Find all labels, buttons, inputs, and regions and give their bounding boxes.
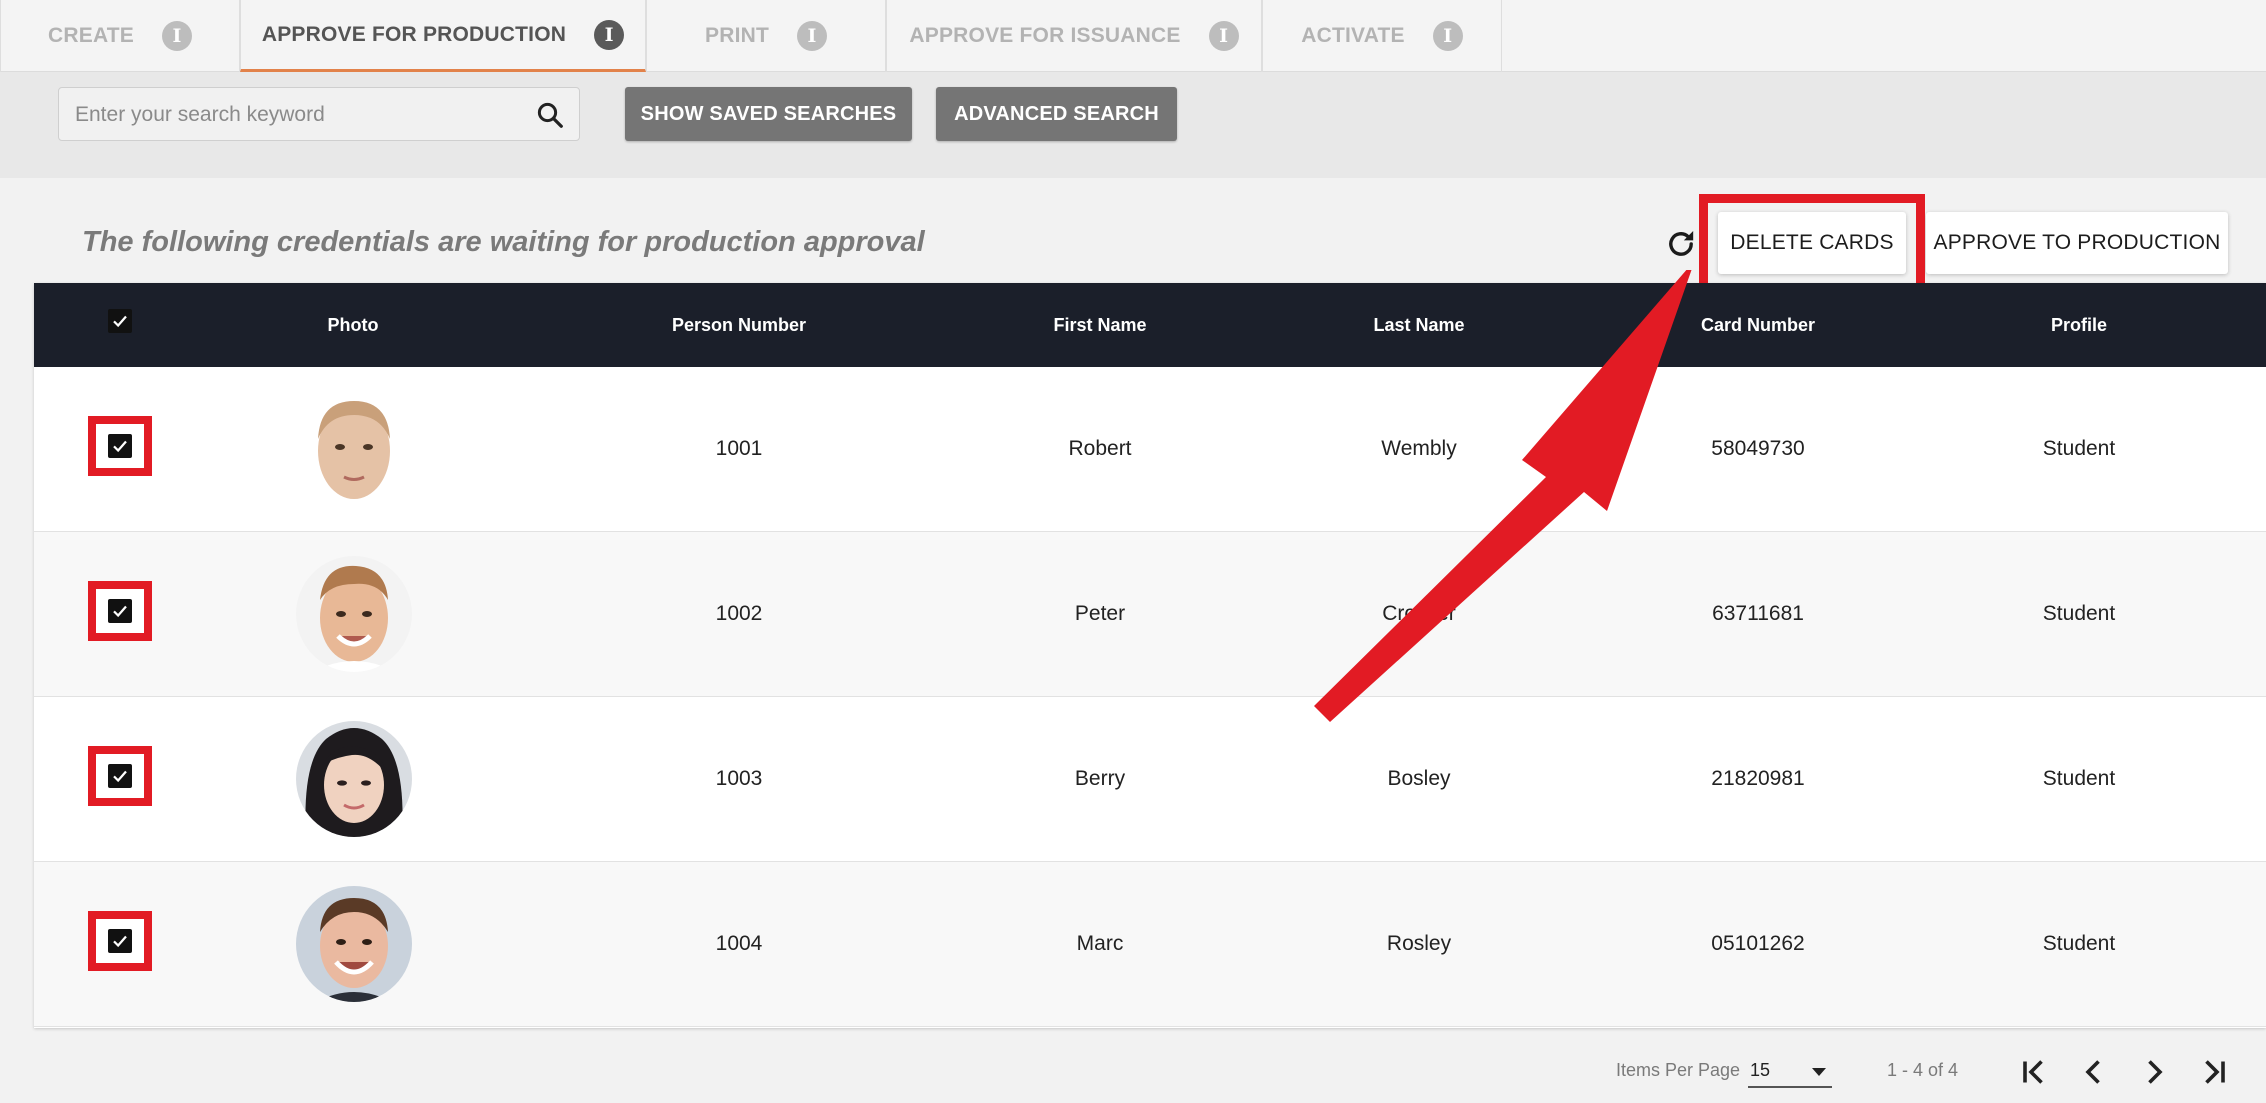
tab-approve-for-production-label: APPROVE FOR PRODUCTION: [261, 22, 567, 46]
avatar: [296, 721, 412, 837]
avatar: [296, 556, 412, 672]
check-icon: [113, 440, 127, 453]
search-box: [58, 87, 580, 141]
delete-cards-button[interactable]: DELETE CARDS: [1718, 212, 1906, 274]
column-header-first-name[interactable]: First Name: [1053, 283, 1146, 367]
last-name: Wembly: [1381, 437, 1457, 460]
info-icon[interactable]: i: [1432, 21, 1463, 51]
tab-print[interactable]: PRINT i: [646, 0, 886, 72]
table-header: Photo Person Number First Name Last Name…: [34, 283, 2266, 367]
chevron-down-icon: [1812, 1068, 1826, 1076]
tab-create[interactable]: CREATE i: [0, 0, 240, 72]
person-number: 1001: [715, 437, 763, 460]
profile: Student: [2042, 767, 2116, 790]
first-page-icon[interactable]: [2016, 1054, 2052, 1090]
last-name: Rosley: [1386, 932, 1452, 955]
tab-approve-for-production[interactable]: APPROVE FOR PRODUCTION i: [240, 0, 646, 72]
profile: Student: [2042, 437, 2116, 460]
search-bar: SHOW SAVED SEARCHES ADVANCED SEARCH: [0, 72, 2266, 178]
card-number: 21820981: [1711, 767, 1805, 790]
row-select-highlight: [88, 416, 152, 476]
page-title: The following credentials are waiting fo…: [82, 226, 925, 258]
tab-approve-for-issuance-label: APPROVE FOR ISSUANCE: [909, 24, 1181, 47]
card-number: 63711681: [1712, 602, 1804, 625]
first-name: Robert: [1068, 437, 1132, 460]
row-select-highlight: [88, 911, 152, 971]
table-row[interactable]: 1003 Berry Bosley 21820981 Student: [34, 697, 2266, 862]
last-page-icon[interactable]: [2196, 1054, 2232, 1090]
avatar: [296, 886, 412, 1002]
items-per-page-label: Items Per Page: [1616, 1060, 1741, 1080]
first-name: Peter: [1074, 602, 1126, 625]
column-header-person-number[interactable]: Person Number: [672, 283, 806, 367]
person-number: 1004: [715, 932, 763, 955]
row-checkbox[interactable]: [108, 929, 132, 953]
card-number: 58049730: [1711, 437, 1805, 460]
card-number: 05101262: [1711, 932, 1805, 955]
column-header-card-number[interactable]: Card Number: [1701, 283, 1815, 367]
refresh-icon[interactable]: [1664, 227, 1698, 261]
tab-create-label: CREATE: [48, 24, 134, 47]
prev-page-icon[interactable]: [2076, 1054, 2112, 1090]
row-select-highlight: [88, 746, 152, 806]
credentials-table: Photo Person Number First Name Last Name…: [34, 283, 2266, 1028]
person-number: 1003: [715, 767, 763, 790]
approve-to-production-button[interactable]: APPROVE TO PRODUCTION: [1926, 212, 2228, 274]
table-row[interactable]: 1002 Peter Crocker 63711681 Student: [34, 532, 2266, 697]
row-checkbox[interactable]: [108, 434, 132, 458]
tab-activate-label: ACTIVATE: [1301, 24, 1405, 47]
tab-print-label: PRINT: [705, 24, 769, 47]
last-name: Bosley: [1387, 767, 1451, 790]
table-row[interactable]: 1001 Robert Wembly 58049730 Student: [34, 367, 2266, 532]
avatar: [296, 391, 412, 507]
info-icon[interactable]: i: [161, 21, 192, 51]
column-header-photo[interactable]: Photo: [328, 283, 379, 367]
advanced-search-button[interactable]: ADVANCED SEARCH: [936, 87, 1177, 141]
check-icon: [113, 770, 127, 783]
column-header-profile[interactable]: Profile: [2051, 283, 2107, 367]
info-icon[interactable]: i: [797, 21, 827, 51]
search-input[interactable]: [75, 98, 515, 132]
check-icon: [113, 315, 127, 328]
profile: Student: [2042, 602, 2116, 625]
check-icon: [113, 605, 127, 618]
next-page-icon[interactable]: [2136, 1054, 2172, 1090]
row-select-highlight: [88, 581, 152, 641]
last-name: Crocker: [1382, 602, 1456, 625]
info-icon[interactable]: i: [1208, 21, 1239, 51]
items-per-page-value: 15: [1750, 1060, 1771, 1080]
person-number: 1002: [715, 602, 763, 625]
search-icon[interactable]: [535, 100, 565, 130]
profile: Student: [2042, 932, 2116, 955]
row-checkbox[interactable]: [108, 599, 132, 623]
first-name: Berry: [1074, 767, 1126, 790]
pagination-range: 1 - 4 of 4: [1887, 1060, 1959, 1080]
tab-activate[interactable]: ACTIVATE i: [1262, 0, 1502, 72]
show-saved-searches-button[interactable]: SHOW SAVED SEARCHES: [625, 87, 912, 141]
select-all-checkbox[interactable]: [108, 309, 132, 333]
info-icon[interactable]: i: [594, 19, 625, 50]
first-name: Marc: [1076, 932, 1124, 955]
tab-approve-for-issuance[interactable]: APPROVE FOR ISSUANCE i: [886, 0, 1262, 72]
table-row[interactable]: 1004 Marc Rosley 05101262 Student: [34, 862, 2266, 1027]
workflow-tabs: CREATE i APPROVE FOR PRODUCTION i PRINT …: [0, 0, 2266, 72]
pagination: Items Per Page 15 1 - 4 of 4: [0, 1030, 2266, 1103]
row-checkbox[interactable]: [108, 764, 132, 788]
items-per-page-select[interactable]: 15: [1748, 1054, 1832, 1088]
check-icon: [113, 935, 127, 948]
column-header-last-name[interactable]: Last Name: [1373, 283, 1464, 367]
